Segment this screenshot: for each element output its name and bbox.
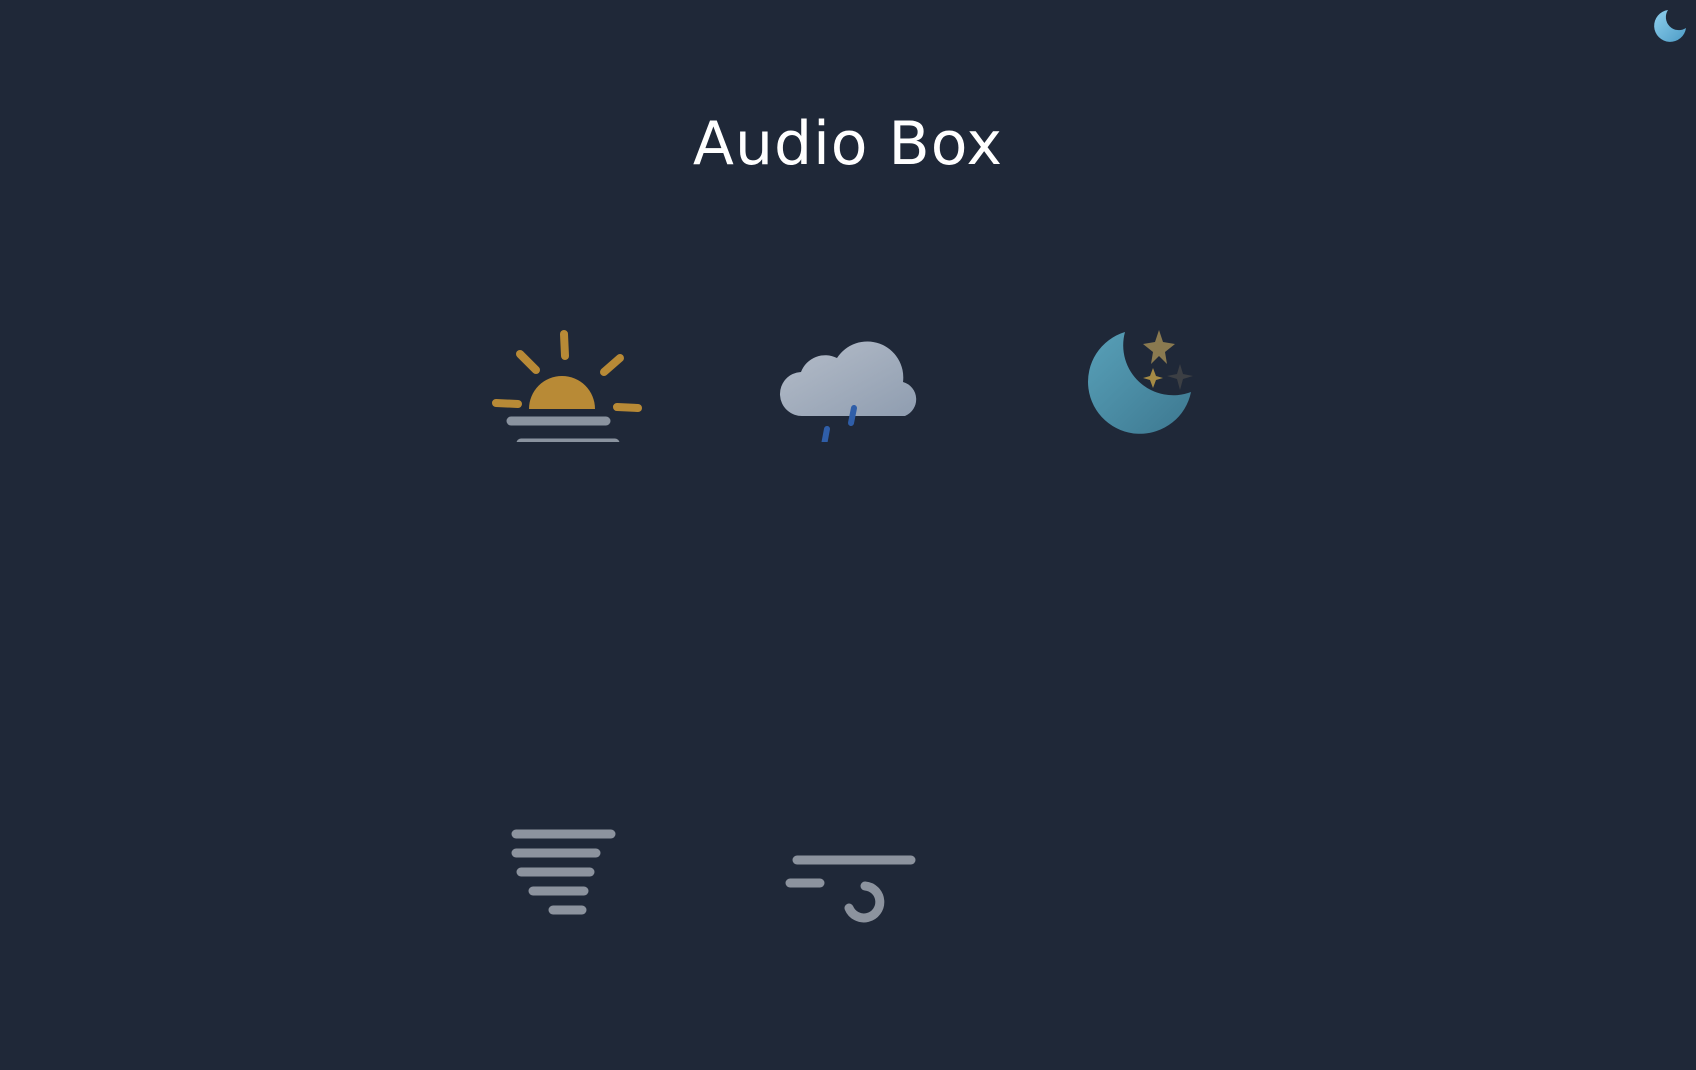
- tornado-icon: [511, 829, 616, 915]
- rain-cloud-icon: [779, 341, 917, 442]
- wind-icon: [785, 855, 916, 923]
- sunrise-icon: [492, 330, 642, 442]
- sound-tile-tornado[interactable]: [475, 790, 645, 940]
- sound-tile-wind[interactable]: [760, 790, 930, 940]
- sound-tile-sunrise[interactable]: [479, 302, 649, 452]
- sound-grid: [0, 0, 1696, 1070]
- app-root: Audio Box: [0, 0, 1696, 1070]
- sound-tile-rain[interactable]: [762, 302, 932, 452]
- sound-tile-night[interactable]: [1050, 302, 1220, 452]
- moon-stars-icon: [1088, 330, 1193, 434]
